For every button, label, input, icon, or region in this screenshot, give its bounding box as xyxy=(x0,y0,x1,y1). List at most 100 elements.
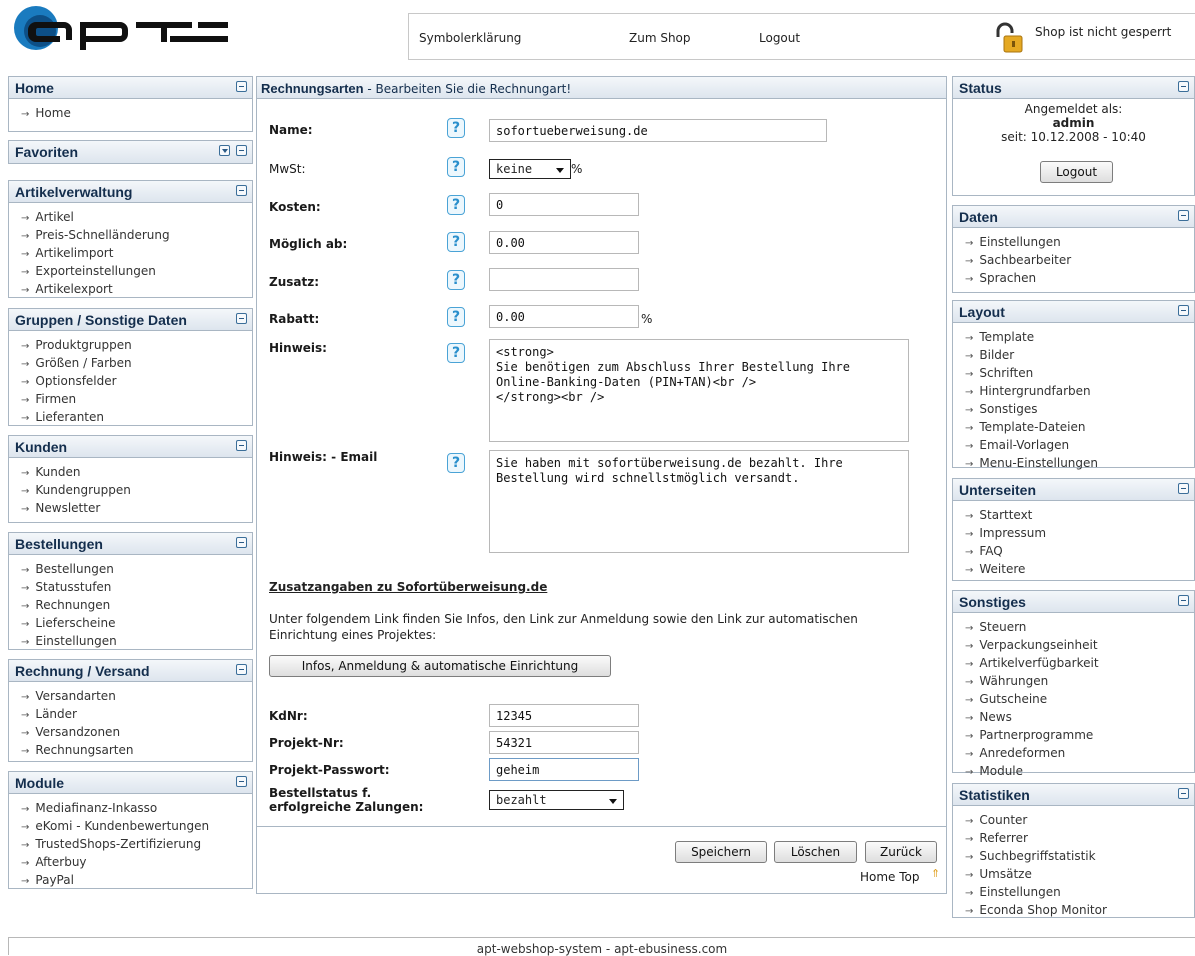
nav-rechnungen[interactable]: Rechnungen xyxy=(21,597,252,615)
symbol-legend-link[interactable]: Symbolerklärung xyxy=(419,31,521,45)
nav-daten-einstellungen[interactable]: Einstellungen xyxy=(965,234,1194,252)
nav-artikelverfuegbarkeit[interactable]: Artikelverfügbarkeit xyxy=(965,655,1194,673)
nav-exporteinstellungen[interactable]: Exporteinstellungen xyxy=(21,263,252,281)
nav-umsaetze[interactable]: Umsätze xyxy=(965,866,1194,884)
nav-verpackungseinheit[interactable]: Verpackungseinheit xyxy=(965,637,1194,655)
collapse-icon[interactable] xyxy=(1178,483,1189,494)
rabatt-input[interactable]: 0.00 xyxy=(489,305,639,328)
projekt-passwort-input[interactable]: geheim xyxy=(489,758,639,781)
collapse-icon[interactable] xyxy=(236,537,247,548)
bestellstatus-select[interactable]: bezahlt xyxy=(489,790,624,810)
nav-lieferscheine[interactable]: Lieferscheine xyxy=(21,615,252,633)
nav-gutscheine[interactable]: Gutscheine xyxy=(965,691,1194,709)
collapse-icon[interactable] xyxy=(1178,81,1189,92)
mwst-select[interactable]: keine xyxy=(489,159,571,179)
nav-schriften[interactable]: Schriften xyxy=(965,365,1194,383)
help-icon[interactable]: ? xyxy=(447,118,465,138)
hinweis-textarea[interactable]: <strong> Sie benötigen zum Abschluss Ihr… xyxy=(489,339,909,442)
up-arrow-icon[interactable]: ⇑ xyxy=(931,867,940,880)
delete-button[interactable]: Löschen xyxy=(774,841,857,863)
nav-waehrungen[interactable]: Währungen xyxy=(965,673,1194,691)
collapse-icon[interactable] xyxy=(1178,305,1189,316)
nav-laender[interactable]: Länder xyxy=(21,706,252,724)
kdnr-input[interactable]: 12345 xyxy=(489,704,639,727)
nav-referrer[interactable]: Referrer xyxy=(965,830,1194,848)
nav-optionsfelder[interactable]: Optionsfelder xyxy=(21,373,252,391)
nav-template[interactable]: Template xyxy=(965,329,1194,347)
nav-afterbuy[interactable]: Afterbuy xyxy=(21,854,252,872)
nav-sonstiges-module[interactable]: Module xyxy=(965,763,1194,781)
unlocked-padlock-icon[interactable] xyxy=(994,21,1026,55)
nav-preis-schnellaenderung[interactable]: Preis-Schnelländerung xyxy=(21,227,252,245)
collapse-icon[interactable] xyxy=(236,440,247,451)
save-button[interactable]: Speichern xyxy=(675,841,767,863)
zusatz-input[interactable] xyxy=(489,268,639,291)
nav-counter[interactable]: Counter xyxy=(965,812,1194,830)
collapse-icon[interactable] xyxy=(236,81,247,92)
help-icon[interactable]: ? xyxy=(447,195,465,215)
nav-starttext[interactable]: Starttext xyxy=(965,507,1194,525)
nav-newsletter[interactable]: Newsletter xyxy=(21,500,252,518)
nav-trustedshops[interactable]: TrustedShops-Zertifizierung xyxy=(21,836,252,854)
nav-versandzonen[interactable]: Versandzonen xyxy=(21,724,252,742)
nav-lieferanten[interactable]: Lieferanten xyxy=(21,409,252,427)
nav-artikel[interactable]: Artikel xyxy=(21,209,252,227)
collapse-icon[interactable] xyxy=(1178,788,1189,799)
nav-hintergrundfarben[interactable]: Hintergrundfarben xyxy=(965,383,1194,401)
nav-anredeformen[interactable]: Anredeformen xyxy=(965,745,1194,763)
collapse-icon[interactable] xyxy=(236,313,247,324)
nav-suchbegriffstatistik[interactable]: Suchbegriffstatistik xyxy=(965,848,1194,866)
sofort-info-button[interactable]: Infos, Anmeldung & automatische Einricht… xyxy=(269,655,611,677)
nav-faq[interactable]: FAQ xyxy=(965,543,1194,561)
nav-kundengruppen[interactable]: Kundengruppen xyxy=(21,482,252,500)
moeglich-ab-input[interactable]: 0.00 xyxy=(489,231,639,254)
collapse-icon[interactable] xyxy=(1178,595,1189,606)
nav-einstellungen[interactable]: Einstellungen xyxy=(21,633,252,651)
collapse-icon[interactable] xyxy=(236,776,247,787)
collapse-icon[interactable] xyxy=(236,664,247,675)
projekt-nr-input[interactable]: 54321 xyxy=(489,731,639,754)
name-input[interactable]: sofortueberweisung.de xyxy=(489,119,827,142)
nav-statistik-einstellungen[interactable]: Einstellungen xyxy=(965,884,1194,902)
kosten-input[interactable]: 0 xyxy=(489,193,639,216)
nav-artikelimport[interactable]: Artikelimport xyxy=(21,245,252,263)
nav-template-dateien[interactable]: Template-Dateien xyxy=(965,419,1194,437)
nav-weitere[interactable]: Weitere xyxy=(965,561,1194,579)
back-button[interactable]: Zurück xyxy=(865,841,937,863)
nav-kunden[interactable]: Kunden xyxy=(21,464,252,482)
nav-email-vorlagen[interactable]: Email-Vorlagen xyxy=(965,437,1194,455)
nav-layout-sonstiges[interactable]: Sonstiges xyxy=(965,401,1194,419)
nav-menu-einstellungen[interactable]: Menu-Einstellungen xyxy=(965,455,1194,473)
expand-icon[interactable] xyxy=(219,145,230,156)
nav-impressum[interactable]: Impressum xyxy=(965,525,1194,543)
collapse-icon[interactable] xyxy=(236,185,247,196)
nav-rechnungsarten[interactable]: Rechnungsarten xyxy=(21,742,252,760)
help-icon[interactable]: ? xyxy=(447,307,465,327)
nav-versandarten[interactable]: Versandarten xyxy=(21,688,252,706)
nav-sachbearbeiter[interactable]: Sachbearbeiter xyxy=(965,252,1194,270)
nav-ekomi[interactable]: eKomi - Kundenbewertungen xyxy=(21,818,252,836)
nav-firmen[interactable]: Firmen xyxy=(21,391,252,409)
help-icon[interactable]: ? xyxy=(447,453,465,473)
help-icon[interactable]: ? xyxy=(447,157,465,177)
nav-econda-shop-monitor[interactable]: Econda Shop Monitor xyxy=(965,902,1194,920)
nav-groessen-farben[interactable]: Größen / Farben xyxy=(21,355,252,373)
nav-bestellungen[interactable]: Bestellungen xyxy=(21,561,252,579)
status-logout-button[interactable]: Logout xyxy=(1040,161,1113,183)
nav-news[interactable]: News xyxy=(965,709,1194,727)
hinweis-email-textarea[interactable]: Sie haben mit sofortüberweisung.de bezah… xyxy=(489,450,909,553)
nav-artikelexport[interactable]: Artikelexport xyxy=(21,281,252,299)
nav-paypal[interactable]: PayPal xyxy=(21,872,252,890)
nav-statusstufen[interactable]: Statusstufen xyxy=(21,579,252,597)
header-logout-link[interactable]: Logout xyxy=(759,31,800,45)
nav-bilder[interactable]: Bilder xyxy=(965,347,1194,365)
help-icon[interactable]: ? xyxy=(447,232,465,252)
nav-home[interactable]: Home xyxy=(21,105,252,123)
nav-mediafinanz[interactable]: Mediafinanz-Inkasso xyxy=(21,800,252,818)
nav-steuern[interactable]: Steuern xyxy=(965,619,1194,637)
collapse-icon[interactable] xyxy=(236,145,247,156)
home-top-link[interactable]: Home Top xyxy=(860,870,920,884)
shop-link[interactable]: Zum Shop xyxy=(629,31,691,45)
nav-partnerprogramme[interactable]: Partnerprogramme xyxy=(965,727,1194,745)
help-icon[interactable]: ? xyxy=(447,270,465,290)
